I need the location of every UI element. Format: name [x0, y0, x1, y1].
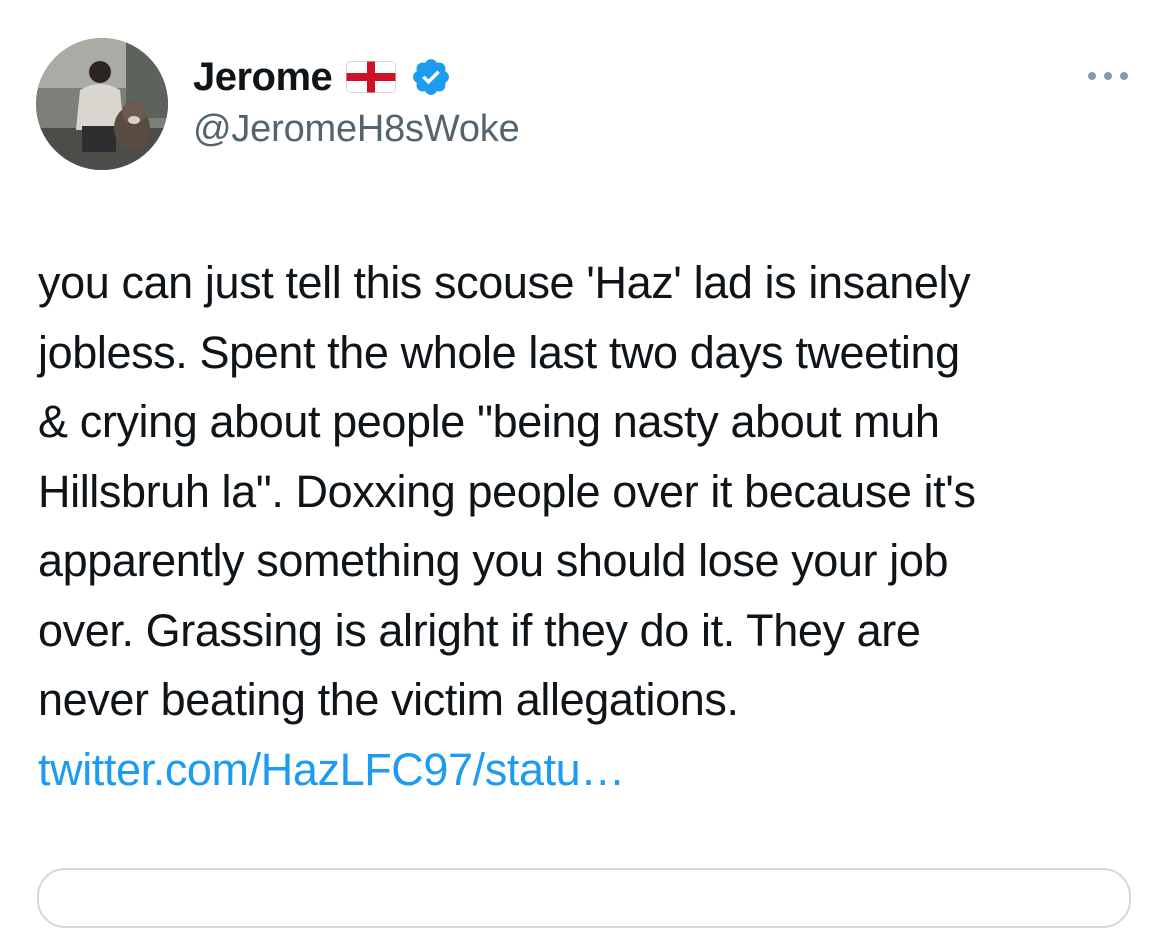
tweet-text-line: you can just tell this scouse 'Haz' lad …: [38, 257, 971, 308]
avatar[interactable]: [36, 38, 168, 170]
tweet-text: you can just tell this scouse 'Haz' lad …: [38, 248, 1148, 804]
more-options-icon[interactable]: [1084, 64, 1132, 88]
england-flag-icon: [346, 61, 397, 93]
verified-badge-icon[interactable]: [410, 56, 452, 98]
tweet-text-line: Hillsbruh la". Doxxing people over it be…: [38, 465, 976, 517]
author-handle[interactable]: @JeromeH8sWoke: [193, 108, 520, 151]
tweet: Jerome @JeromeH8sWoke you can just tell …: [0, 0, 1170, 928]
link-preview-card[interactable]: [37, 868, 1131, 928]
tweet-text-line: & crying about people "being nasty about…: [38, 396, 940, 447]
avatar-photo: [36, 38, 168, 170]
author-name-row[interactable]: Jerome: [193, 50, 452, 104]
tweet-text-line: jobless. Spent the whole last two days t…: [38, 326, 960, 378]
tweet-text-line: never beating the victim allegations.: [38, 674, 739, 725]
tweet-text-line: apparently something you should lose you…: [38, 535, 949, 586]
tweet-link[interactable]: twitter.com/HazLFC97/statu…: [38, 735, 1148, 805]
tweet-text-line: over. Grassing is alright if they do it.…: [38, 604, 921, 656]
author-display-name[interactable]: Jerome: [193, 55, 333, 100]
